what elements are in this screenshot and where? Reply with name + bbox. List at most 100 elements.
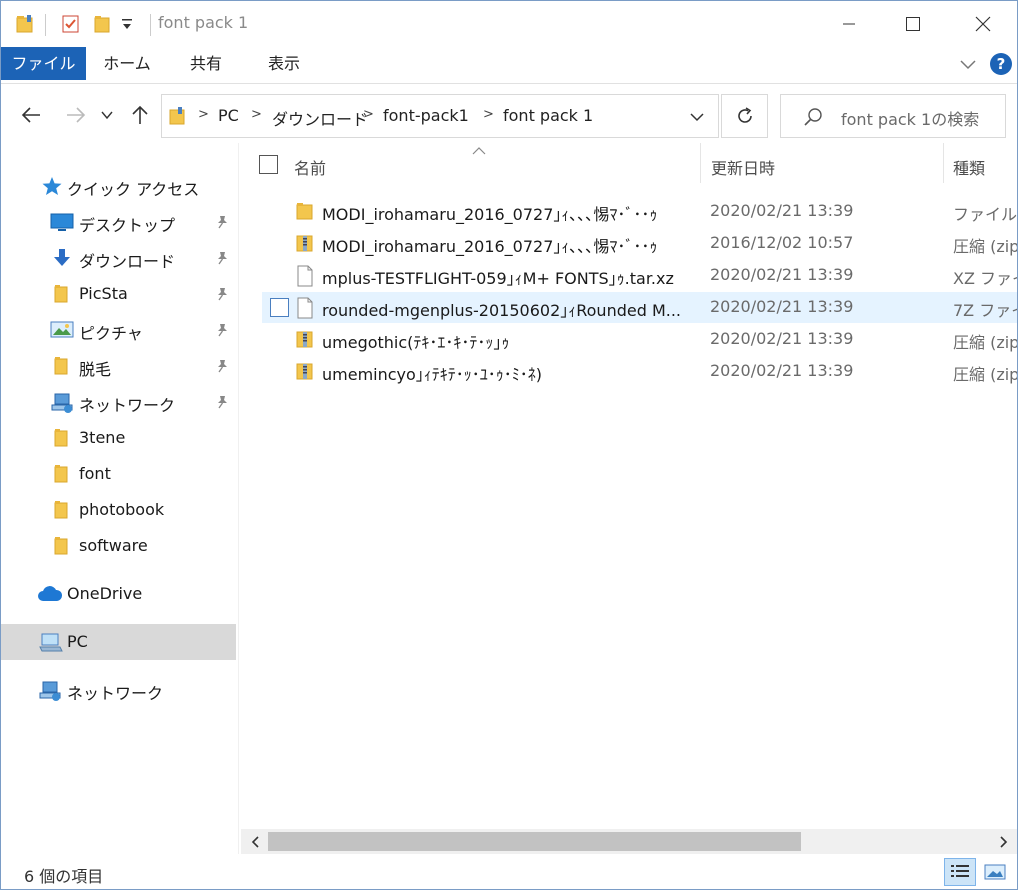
column-headers: 名前 更新日時 種類 xyxy=(241,143,1017,187)
back-button[interactable] xyxy=(17,101,45,129)
window-title: font pack 1 xyxy=(158,13,249,32)
new-folder-icon[interactable] xyxy=(92,13,114,39)
scroll-right-button[interactable] xyxy=(990,829,1017,854)
breadcrumb-pc[interactable]: PC xyxy=(218,106,239,125)
scroll-left-button[interactable] xyxy=(241,829,268,854)
sidebar-item-network-pinned[interactable]: ネットワーク xyxy=(1,384,236,420)
column-header-date[interactable]: 更新日時 xyxy=(711,155,775,179)
explorer-window: font pack 1 ファイル ホーム 共有 表示 ? > PC > ダウンロ… xyxy=(0,0,1018,890)
file-name: umegothic(ﾃｷ･ｴ･ｷ･ﾃ･ｯ｣ｩ xyxy=(322,333,510,352)
tab-share[interactable]: 共有 xyxy=(171,47,241,80)
back-arrow-icon xyxy=(21,107,40,123)
file-name: MODI_irohamaru_2016_0727｣ｨ､､､惕ﾏ･ﾞ･･ｩ xyxy=(322,237,658,256)
folder-icon xyxy=(52,284,72,308)
folder-icon xyxy=(52,356,72,380)
sidebar-item-pictures[interactable]: ピクチャ xyxy=(1,312,236,348)
sort-ascending-icon xyxy=(472,143,486,160)
details-view-button[interactable] xyxy=(944,858,976,886)
network-icon xyxy=(38,680,62,706)
table-row[interactable]: umegothic(ﾃｷ･ｴ･ｷ･ﾃ･ｯ｣ｩ 2020/02/21 13:39 … xyxy=(262,324,1017,355)
pin-icon[interactable] xyxy=(215,394,229,413)
recent-locations-button[interactable] xyxy=(97,101,117,129)
address-bar[interactable]: > PC > ダウンロード > font-pack1 > font pack 1 xyxy=(161,94,719,138)
sidebar-item-picsta[interactable]: PicSta xyxy=(1,276,236,312)
file-name: umemincyo｣ｨﾃｷﾃ･ｯ･ﾕ･ｩ･ﾐ･ﾈ) xyxy=(322,365,543,384)
computer-icon xyxy=(39,632,63,656)
row-checkbox[interactable] xyxy=(270,298,289,317)
sidebar-item-software[interactable]: software xyxy=(1,528,236,564)
pin-icon[interactable] xyxy=(215,214,229,233)
sidebar-item-quick-access[interactable]: クイック アクセス xyxy=(1,168,236,204)
close-button[interactable] xyxy=(951,1,1015,47)
title-bar: font pack 1 xyxy=(1,1,1017,47)
sidebar-item-label: ダウンロード xyxy=(79,252,176,271)
breadcrumb-separator: > xyxy=(483,107,494,122)
horizontal-scrollbar[interactable] xyxy=(241,829,1017,854)
pin-icon[interactable] xyxy=(215,358,229,377)
tab-file[interactable]: ファイル xyxy=(1,47,86,80)
breadcrumb-font-pack-1[interactable]: font pack 1 xyxy=(503,106,593,125)
breadcrumb-downloads[interactable]: ダウンロード xyxy=(272,106,368,130)
table-row[interactable]: MODI_irohamaru_2016_0727｣ｨ､､､惕ﾏ･ﾞ･･ｩ 201… xyxy=(262,228,1017,259)
folder-icon xyxy=(52,464,72,488)
table-row[interactable]: rounded-mgenplus-20150602｣ｨRounded M... … xyxy=(262,292,1017,323)
customize-qa-dropdown-icon[interactable] xyxy=(120,15,134,39)
help-icon[interactable]: ? xyxy=(990,53,1012,75)
up-button[interactable] xyxy=(126,101,154,129)
forward-button[interactable] xyxy=(62,101,90,129)
search-icon xyxy=(803,107,823,131)
pictures-icon xyxy=(50,320,74,344)
refresh-button[interactable] xyxy=(721,94,768,138)
breadcrumb-font-pack1[interactable]: font-pack1 xyxy=(383,106,469,125)
pin-icon[interactable] xyxy=(215,322,229,341)
file-name: mplus-TESTFLIGHT-059｣ｨM+ FONTS｣ｩ.tar.xz xyxy=(322,269,674,288)
file-name: MODI_irohamaru_2016_0727｣ｨ､､､惕ﾏ･ﾞ･･ｩ xyxy=(322,205,658,224)
tab-home[interactable]: ホーム xyxy=(91,47,163,80)
scroll-thumb[interactable] xyxy=(268,832,801,851)
table-row[interactable]: mplus-TESTFLIGHT-059｣ｨM+ FONTS｣ｩ.tar.xz … xyxy=(262,260,1017,291)
sidebar-item-label: ネットワーク xyxy=(67,684,164,703)
table-row[interactable]: MODI_irohamaru_2016_0727｣ｨ､､､惕ﾏ･ﾞ･･ｩ 202… xyxy=(262,196,1017,227)
item-count: 6 個の項目 xyxy=(24,867,104,886)
sidebar-item-label: ネットワーク xyxy=(79,396,176,415)
sidebar-item-network[interactable]: ネットワーク xyxy=(1,672,236,708)
properties-icon[interactable] xyxy=(60,13,82,39)
address-history-chevron-icon[interactable] xyxy=(690,109,704,128)
tab-view[interactable]: 表示 xyxy=(249,47,319,80)
sidebar-item-font[interactable]: font xyxy=(1,456,236,492)
folder-icon xyxy=(52,536,72,560)
breadcrumb-separator: > xyxy=(251,107,262,122)
column-divider[interactable] xyxy=(943,143,944,183)
sidebar-item-desktop[interactable]: デスクトップ xyxy=(1,204,236,240)
file-type: 圧縮 (zip xyxy=(953,333,1017,352)
file-date: 2020/02/21 13:39 xyxy=(710,329,854,348)
maximize-button[interactable] xyxy=(881,1,945,47)
sidebar-item-label: PicSta xyxy=(79,284,128,303)
pin-icon[interactable] xyxy=(215,286,229,305)
sidebar-item-onedrive[interactable]: OneDrive xyxy=(1,576,236,612)
pin-icon[interactable] xyxy=(215,250,229,269)
table-row[interactable]: umemincyo｣ｨﾃｷﾃ･ｯ･ﾕ･ｩ･ﾐ･ﾈ) 2020/02/21 13:… xyxy=(262,356,1017,387)
file-list: 名前 更新日時 種類 MODI_irohamaru_2016_0727｣ｨ､､､… xyxy=(241,143,1017,829)
file-date: 2016/12/02 10:57 xyxy=(710,233,854,252)
column-divider[interactable] xyxy=(700,143,701,183)
search-input[interactable]: font pack 1の検索 xyxy=(780,94,1006,138)
sidebar-item-photobook[interactable]: photobook xyxy=(1,492,236,528)
star-icon xyxy=(41,176,63,200)
zip-folder-icon xyxy=(295,233,315,257)
minimize-button[interactable] xyxy=(817,1,881,47)
folder-icon xyxy=(52,500,72,524)
sidebar-item-downloads[interactable]: ダウンロード xyxy=(1,240,236,276)
column-header-name[interactable]: 名前 xyxy=(294,155,326,179)
select-all-checkbox[interactable] xyxy=(259,155,278,174)
explorer-folder-icon[interactable] xyxy=(15,13,37,39)
sidebar-item-3tene[interactable]: 3tene xyxy=(1,420,236,456)
up-arrow-icon xyxy=(132,105,148,124)
expand-ribbon-chevron-icon[interactable] xyxy=(959,55,977,77)
sidebar-item-pc[interactable]: PC xyxy=(1,624,236,660)
network-icon xyxy=(50,392,74,418)
large-icons-view-button[interactable] xyxy=(979,858,1011,886)
file-type: 7Z ファイ xyxy=(953,301,1017,320)
column-header-type[interactable]: 種類 xyxy=(953,155,985,179)
sidebar-item-datsumo[interactable]: 脱毛 xyxy=(1,348,236,384)
